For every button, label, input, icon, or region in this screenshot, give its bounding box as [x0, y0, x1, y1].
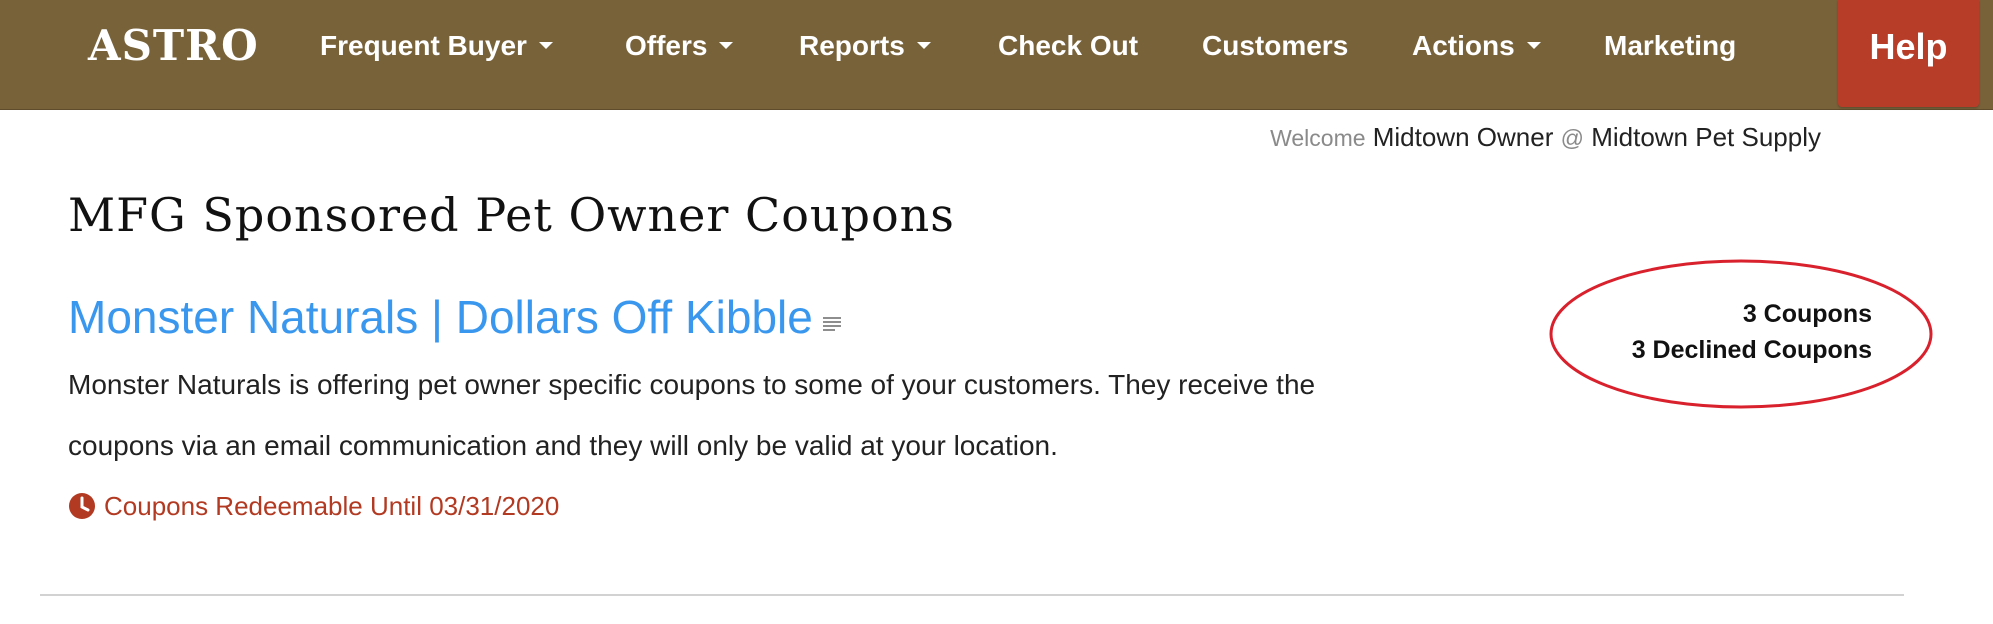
offer-description: Monster Naturals is offering pet owner s…	[68, 369, 1316, 461]
nav-check-out-label: Check Out	[998, 30, 1139, 61]
nav-frequent-buyer-label: Frequent Buyer	[320, 30, 527, 61]
welcome-user: Midtown Owner	[1372, 122, 1554, 152]
redeemable-text: Coupons Redeemable Until 03/31/2020	[104, 491, 560, 521]
nav-actions[interactable]: Actions	[1412, 28, 1541, 64]
nav-frequent-buyer[interactable]: Frequent Buyer	[320, 28, 553, 64]
nav-customers-label: Customers	[1202, 30, 1349, 61]
nav-reports[interactable]: Reports	[799, 28, 931, 64]
chevron-down-icon	[719, 42, 734, 50]
coupons-count: 3 Coupons	[1742, 300, 1872, 328]
page-title: MFG Sponsored Pet Owner Coupons	[68, 188, 955, 242]
nav-offers[interactable]: Offers	[625, 28, 734, 64]
chevron-down-icon	[538, 42, 553, 50]
welcome-line: Welcome Midtown Owner @ Midtown Pet Supp…	[1270, 122, 1821, 153]
nav-customers[interactable]: Customers	[1202, 28, 1348, 64]
welcome-prefix: Welcome	[1270, 125, 1366, 151]
chevron-down-icon	[1526, 42, 1541, 50]
welcome-store: Midtown Pet Supply	[1591, 122, 1821, 152]
nav-reports-label: Reports	[799, 30, 905, 61]
welcome-at: @	[1560, 125, 1584, 151]
nav-actions-label: Actions	[1412, 30, 1515, 61]
document-lines-icon[interactable]	[822, 317, 841, 333]
nav-marketing[interactable]: Marketing	[1604, 28, 1736, 64]
declined-coupons-count: 3 Declined Coupons	[1631, 336, 1872, 364]
nav-offers-label: Offers	[625, 30, 708, 61]
redeemable-notice: Coupons Redeemable Until 03/31/2020	[68, 488, 559, 524]
nav-check-out[interactable]: Check Out	[998, 28, 1138, 64]
help-button[interactable]: Help	[1838, 0, 1979, 107]
astro-logo[interactable]: ASTRO	[88, 20, 259, 72]
top-navbar: ASTRO Frequent Buyer Offers Reports Chec…	[0, 0, 1993, 110]
section-divider	[40, 594, 1904, 596]
coupon-counts: 3 Coupons 3 Declined Coupons	[1632, 296, 1872, 368]
nav-marketing-label: Marketing	[1604, 30, 1737, 61]
offer-title-link[interactable]: Monster Naturals | Dollars Off Kibble	[68, 290, 841, 344]
offer-title-text: Monster Naturals | Dollars Off Kibble	[68, 291, 813, 343]
chevron-down-icon	[916, 42, 931, 50]
clock-icon	[69, 493, 95, 520]
